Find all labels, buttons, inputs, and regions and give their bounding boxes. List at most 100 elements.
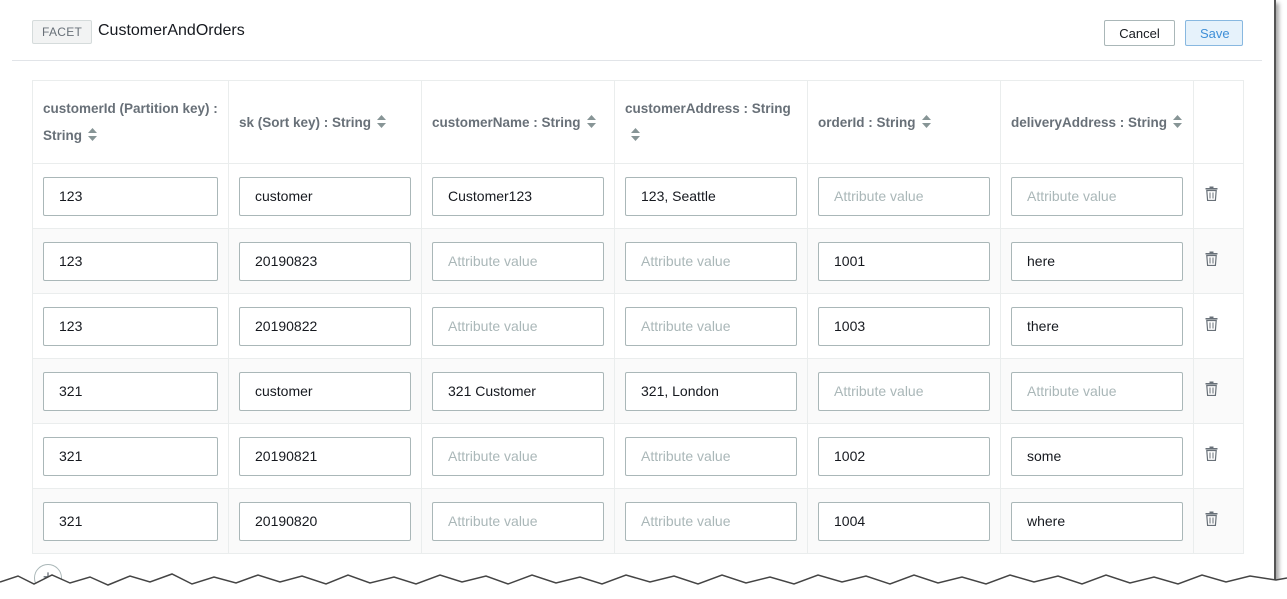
table-cell	[1000, 163, 1194, 229]
table-cell	[807, 423, 1001, 489]
column-header-customeraddress[interactable]: customerAddress : String	[614, 80, 808, 164]
table-cell	[421, 358, 615, 424]
table-cell	[228, 228, 422, 294]
add-icon: +	[42, 567, 54, 587]
table-cell	[614, 358, 808, 424]
table-row	[32, 358, 1244, 424]
attribute-value-input[interactable]	[239, 501, 411, 541]
table-row	[32, 293, 1244, 359]
table-cell	[1000, 293, 1194, 359]
table-cell-actions	[1193, 293, 1244, 359]
table-cell	[421, 163, 615, 229]
attribute-value-input[interactable]	[625, 241, 797, 281]
attribute-value-input[interactable]	[43, 176, 218, 216]
table-cell	[1000, 423, 1194, 489]
attribute-value-input[interactable]	[625, 176, 797, 216]
attribute-value-input[interactable]	[1011, 436, 1183, 476]
table-cell	[614, 163, 808, 229]
facet-title: CustomerAndOrders	[98, 22, 245, 39]
table-cell	[614, 228, 808, 294]
attribute-value-input[interactable]	[818, 436, 990, 476]
attribute-value-input[interactable]	[432, 306, 604, 346]
attribute-value-input[interactable]	[1011, 241, 1183, 281]
attribute-value-input[interactable]	[625, 371, 797, 411]
column-header-label: customerId (Partition key) : String	[43, 101, 218, 143]
attribute-value-input[interactable]	[43, 306, 218, 346]
attribute-value-input[interactable]	[43, 371, 218, 411]
table-header-row: customerId (Partition key) : String sk (S…	[32, 80, 1244, 164]
attribute-value-input[interactable]	[432, 501, 604, 541]
attribute-value-input[interactable]	[1011, 501, 1183, 541]
table-cell	[228, 293, 422, 359]
attribute-value-input[interactable]	[432, 436, 604, 476]
table-cell	[421, 423, 615, 489]
attribute-value-input[interactable]	[43, 241, 218, 281]
facet-header: FACET CustomerAndOrders Cancel Save	[12, 0, 1262, 61]
table-cell-actions	[1193, 423, 1244, 489]
table-cell	[228, 488, 422, 554]
column-header-label: orderId : String	[818, 114, 916, 130]
add-item-button[interactable]: +	[34, 564, 62, 588]
column-header-orderid[interactable]: orderId : String	[807, 80, 1001, 164]
table-row	[32, 228, 1244, 294]
delete-row-trash-icon[interactable]	[1205, 511, 1218, 526]
table-cell	[807, 163, 1001, 229]
facet-editor-panel: FACET CustomerAndOrders Cancel Save cust…	[0, 0, 1276, 588]
attribute-value-input[interactable]	[1011, 176, 1183, 216]
table-row	[32, 488, 1244, 554]
delete-row-trash-icon[interactable]	[1205, 186, 1218, 201]
table-cell	[807, 293, 1001, 359]
attribute-value-input[interactable]	[625, 436, 797, 476]
sort-icon[interactable]	[921, 114, 931, 128]
facet-badge: FACET	[32, 20, 93, 44]
sort-icon[interactable]	[377, 114, 387, 128]
attribute-value-input[interactable]	[239, 371, 411, 411]
sort-icon[interactable]	[1173, 114, 1183, 128]
table-cell	[807, 488, 1001, 554]
attribute-value-input[interactable]	[239, 306, 411, 346]
delete-row-trash-icon[interactable]	[1205, 381, 1218, 396]
attribute-value-input[interactable]	[239, 176, 411, 216]
table-row	[32, 163, 1244, 229]
table-cell	[807, 228, 1001, 294]
column-header-customerid[interactable]: customerId (Partition key) : String	[32, 80, 229, 164]
attribute-value-input[interactable]	[818, 371, 990, 411]
attribute-value-input[interactable]	[1011, 371, 1183, 411]
table-cell	[228, 358, 422, 424]
attribute-value-input[interactable]	[432, 241, 604, 281]
attribute-value-input[interactable]	[432, 176, 604, 216]
column-header-sk[interactable]: sk (Sort key) : String	[228, 80, 422, 164]
column-header-actions	[1193, 80, 1244, 164]
delete-row-trash-icon[interactable]	[1205, 316, 1218, 331]
table-row	[32, 423, 1244, 489]
save-button[interactable]: Save	[1185, 20, 1243, 46]
attribute-value-input[interactable]	[43, 436, 218, 476]
delete-row-trash-icon[interactable]	[1205, 446, 1218, 461]
attribute-value-input[interactable]	[625, 501, 797, 541]
table-cell	[32, 423, 229, 489]
cancel-button[interactable]: Cancel	[1104, 20, 1175, 46]
table-cell	[32, 293, 229, 359]
column-header-customername[interactable]: customerName : String	[421, 80, 615, 164]
column-header-label: customerAddress : String	[625, 101, 791, 116]
attribute-value-input[interactable]	[818, 176, 990, 216]
table-cell	[421, 293, 615, 359]
sort-icon[interactable]	[88, 128, 97, 141]
attribute-value-input[interactable]	[818, 501, 990, 541]
attribute-value-input[interactable]	[625, 306, 797, 346]
table-cell	[32, 228, 229, 294]
delete-row-trash-icon[interactable]	[1205, 251, 1218, 266]
attribute-value-input[interactable]	[818, 241, 990, 281]
table-cell-actions	[1193, 488, 1244, 554]
sort-icon[interactable]	[586, 114, 596, 128]
sort-icon[interactable]	[631, 128, 640, 141]
attribute-value-input[interactable]	[43, 501, 218, 541]
attribute-value-input[interactable]	[1011, 306, 1183, 346]
column-header-label: customerName : String	[432, 114, 581, 130]
table-cell	[1000, 488, 1194, 554]
attribute-value-input[interactable]	[239, 241, 411, 281]
attribute-value-input[interactable]	[432, 371, 604, 411]
attribute-value-input[interactable]	[239, 436, 411, 476]
attribute-value-input[interactable]	[818, 306, 990, 346]
column-header-deliveryaddress[interactable]: deliveryAddress : String	[1000, 80, 1194, 164]
